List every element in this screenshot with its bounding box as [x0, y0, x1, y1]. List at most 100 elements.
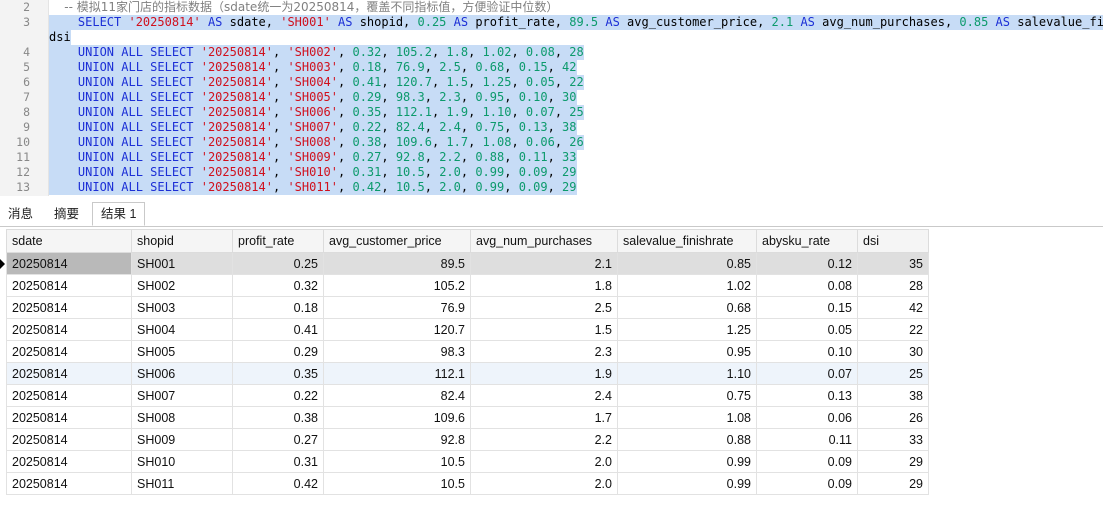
- table-row[interactable]: 20250814 SH005 0.29 98.3 2.3 0.95 0.10 30: [6, 340, 929, 363]
- column-header-salevalue-finishrate[interactable]: salevalue_finishrate: [617, 229, 757, 253]
- cell-dsi[interactable]: 33: [857, 428, 929, 451]
- cell-shopid[interactable]: SH010: [131, 450, 233, 473]
- cell-avg-customer-price[interactable]: 112.1: [323, 362, 471, 385]
- cell-dsi[interactable]: 30: [857, 340, 929, 363]
- tab-summary[interactable]: 摘要: [46, 203, 87, 225]
- cell-salevalue-finishrate[interactable]: 0.99: [617, 472, 757, 495]
- cell-shopid[interactable]: SH009: [131, 428, 233, 451]
- cell-dsi[interactable]: 29: [857, 472, 929, 495]
- cell-profit-rate[interactable]: 0.25: [232, 252, 324, 275]
- cell-abysku-rate[interactable]: 0.11: [756, 428, 858, 451]
- cell-abysku-rate[interactable]: 0.06: [756, 406, 858, 429]
- table-row[interactable]: 20250814 SH003 0.18 76.9 2.5 0.68 0.15 42: [6, 296, 929, 319]
- cell-dsi[interactable]: 35: [857, 252, 929, 275]
- cell-sdate[interactable]: 20250814: [6, 384, 132, 407]
- cell-dsi[interactable]: 26: [857, 406, 929, 429]
- cell-profit-rate[interactable]: 0.41: [232, 318, 324, 341]
- cell-avg-num-purchases[interactable]: 1.5: [470, 318, 618, 341]
- cell-avg-customer-price[interactable]: 120.7: [323, 318, 471, 341]
- cell-shopid[interactable]: SH001: [131, 252, 233, 275]
- cell-profit-rate[interactable]: 0.27: [232, 428, 324, 451]
- table-row[interactable]: 20250814 SH001 0.25 89.5 2.1 0.85 0.12 35: [6, 252, 929, 275]
- cell-abysku-rate[interactable]: 0.07: [756, 362, 858, 385]
- cell-profit-rate[interactable]: 0.38: [232, 406, 324, 429]
- cell-shopid[interactable]: SH002: [131, 274, 233, 297]
- column-header-abysku-rate[interactable]: abysku_rate: [756, 229, 858, 253]
- cell-salevalue-finishrate[interactable]: 1.08: [617, 406, 757, 429]
- cell-avg-num-purchases[interactable]: 2.1: [470, 252, 618, 275]
- cell-avg-customer-price[interactable]: 10.5: [323, 450, 471, 473]
- code-line[interactable]: dsi: [0, 30, 1103, 45]
- cell-profit-rate[interactable]: 0.29: [232, 340, 324, 363]
- cell-salevalue-finishrate[interactable]: 0.68: [617, 296, 757, 319]
- cell-salevalue-finishrate[interactable]: 0.99: [617, 450, 757, 473]
- cell-salevalue-finishrate[interactable]: 1.10: [617, 362, 757, 385]
- code-line[interactable]: 3 SELECT '20250814' AS sdate, 'SH001' AS…: [0, 15, 1103, 30]
- cell-avg-num-purchases[interactable]: 1.8: [470, 274, 618, 297]
- column-header-dsi[interactable]: dsi: [857, 229, 929, 253]
- cell-avg-customer-price[interactable]: 92.8: [323, 428, 471, 451]
- sql-editor[interactable]: 2 -- 模拟11家门店的指标数据（sdate统一为20250814，覆盖不同指…: [0, 0, 1103, 196]
- code-line[interactable]: 13 UNION ALL SELECT '20250814', 'SH011',…: [0, 180, 1103, 195]
- code-line[interactable]: 2 -- 模拟11家门店的指标数据（sdate统一为20250814，覆盖不同指…: [0, 0, 1103, 15]
- cell-dsi[interactable]: 22: [857, 318, 929, 341]
- cell-dsi[interactable]: 29: [857, 450, 929, 473]
- column-header-profit-rate[interactable]: profit_rate: [232, 229, 324, 253]
- cell-avg-customer-price[interactable]: 89.5: [323, 252, 471, 275]
- cell-profit-rate[interactable]: 0.42: [232, 472, 324, 495]
- cell-sdate[interactable]: 20250814: [6, 362, 132, 385]
- cell-salevalue-finishrate[interactable]: 0.85: [617, 252, 757, 275]
- code-line[interactable]: 11 UNION ALL SELECT '20250814', 'SH009',…: [0, 150, 1103, 165]
- cell-abysku-rate[interactable]: 0.15: [756, 296, 858, 319]
- cell-shopid[interactable]: SH007: [131, 384, 233, 407]
- code-line[interactable]: 4 UNION ALL SELECT '20250814', 'SH002', …: [0, 45, 1103, 60]
- column-header-sdate[interactable]: sdate: [6, 229, 132, 253]
- table-row[interactable]: 20250814 SH009 0.27 92.8 2.2 0.88 0.11 33: [6, 428, 929, 451]
- cell-dsi[interactable]: 42: [857, 296, 929, 319]
- cell-abysku-rate[interactable]: 0.13: [756, 384, 858, 407]
- cell-sdate[interactable]: 20250814: [6, 406, 132, 429]
- column-header-shopid[interactable]: shopid: [131, 229, 233, 253]
- cell-abysku-rate[interactable]: 0.10: [756, 340, 858, 363]
- cell-abysku-rate[interactable]: 0.05: [756, 318, 858, 341]
- cell-profit-rate[interactable]: 0.35: [232, 362, 324, 385]
- cell-sdate[interactable]: 20250814: [6, 340, 132, 363]
- column-header-avg-customer-price[interactable]: avg_customer_price: [323, 229, 471, 253]
- column-header-avg-num-purchases[interactable]: avg_num_purchases: [470, 229, 618, 253]
- table-row[interactable]: 20250814 SH011 0.42 10.5 2.0 0.99 0.09 29: [6, 472, 929, 495]
- cell-abysku-rate[interactable]: 0.09: [756, 450, 858, 473]
- cell-dsi[interactable]: 28: [857, 274, 929, 297]
- cell-avg-num-purchases[interactable]: 1.7: [470, 406, 618, 429]
- code-line[interactable]: 5 UNION ALL SELECT '20250814', 'SH003', …: [0, 60, 1103, 75]
- cell-salevalue-finishrate[interactable]: 0.95: [617, 340, 757, 363]
- cell-shopid[interactable]: SH005: [131, 340, 233, 363]
- cell-sdate[interactable]: 20250814: [6, 274, 132, 297]
- cell-sdate[interactable]: 20250814: [6, 472, 132, 495]
- cell-avg-num-purchases[interactable]: 2.3: [470, 340, 618, 363]
- cell-abysku-rate[interactable]: 0.08: [756, 274, 858, 297]
- cell-sdate[interactable]: 20250814: [6, 252, 132, 275]
- cell-profit-rate[interactable]: 0.31: [232, 450, 324, 473]
- code-line[interactable]: 7 UNION ALL SELECT '20250814', 'SH005', …: [0, 90, 1103, 105]
- cell-dsi[interactable]: 25: [857, 362, 929, 385]
- cell-sdate[interactable]: 20250814: [6, 428, 132, 451]
- cell-abysku-rate[interactable]: 0.09: [756, 472, 858, 495]
- code-line[interactable]: 12 UNION ALL SELECT '20250814', 'SH010',…: [0, 165, 1103, 180]
- cell-profit-rate[interactable]: 0.18: [232, 296, 324, 319]
- cell-avg-customer-price[interactable]: 105.2: [323, 274, 471, 297]
- cell-avg-customer-price[interactable]: 76.9: [323, 296, 471, 319]
- cell-avg-customer-price[interactable]: 82.4: [323, 384, 471, 407]
- cell-avg-customer-price[interactable]: 109.6: [323, 406, 471, 429]
- table-row[interactable]: 20250814 SH004 0.41 120.7 1.5 1.25 0.05 22: [6, 318, 929, 341]
- table-row[interactable]: 20250814 SH002 0.32 105.2 1.8 1.02 0.08 28: [6, 274, 929, 297]
- cell-dsi[interactable]: 38: [857, 384, 929, 407]
- table-row[interactable]: 20250814 SH008 0.38 109.6 1.7 1.08 0.06 26: [6, 406, 929, 429]
- cell-avg-num-purchases[interactable]: 1.9: [470, 362, 618, 385]
- cell-avg-customer-price[interactable]: 10.5: [323, 472, 471, 495]
- cell-shopid[interactable]: SH006: [131, 362, 233, 385]
- cell-sdate[interactable]: 20250814: [6, 318, 132, 341]
- code-line[interactable]: 9 UNION ALL SELECT '20250814', 'SH007', …: [0, 120, 1103, 135]
- cell-salevalue-finishrate[interactable]: 0.88: [617, 428, 757, 451]
- cell-salevalue-finishrate[interactable]: 0.75: [617, 384, 757, 407]
- cell-salevalue-finishrate[interactable]: 1.25: [617, 318, 757, 341]
